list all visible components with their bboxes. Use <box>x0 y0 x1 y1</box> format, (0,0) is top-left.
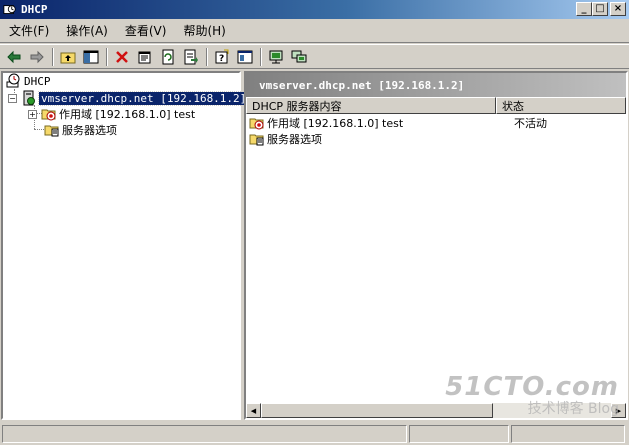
scroll-thumb[interactable] <box>261 403 493 418</box>
show-hide-tree-icon <box>83 50 99 63</box>
server-button[interactable] <box>265 46 287 67</box>
up-folder-button[interactable] <box>57 46 79 67</box>
tree-item-scope[interactable]: + 作用域 [192.168.1.0] test <box>28 106 195 122</box>
dhcp-app-icon <box>3 4 16 14</box>
server-options-folder-icon <box>249 134 264 146</box>
expand-toggle[interactable]: + <box>28 109 37 119</box>
up-folder-icon <box>60 52 76 63</box>
tree-item-dhcp-root[interactable]: DHCP <box>6 73 51 89</box>
list-item-name: 作用域 [192.168.1.0] test <box>267 117 404 130</box>
properties-button[interactable] <box>134 46 156 67</box>
status-panel-main <box>2 425 407 443</box>
properties-icon <box>138 51 151 63</box>
scope-folder-icon <box>41 109 56 121</box>
refresh-button[interactable] <box>157 46 179 67</box>
export-list-icon <box>184 49 198 64</box>
scope-folder-icon <box>249 118 264 130</box>
export-list-button[interactable] <box>180 46 202 67</box>
forward-icon <box>30 50 44 63</box>
status-panel-3 <box>511 425 625 443</box>
scroll-left-button[interactable]: ◀ <box>246 403 261 418</box>
tree-label-dhcp: DHCP <box>24 74 51 88</box>
title-bar: DHCP _ □ × <box>0 0 629 19</box>
forward-button[interactable] <box>26 46 48 67</box>
delete-button[interactable] <box>111 46 133 67</box>
menu-action[interactable]: 操作(A) <box>57 21 116 41</box>
menu-help[interactable]: 帮助(H) <box>174 21 233 41</box>
detail-header: vmserver.dhcp.net [192.168.1.2] <box>246 73 626 97</box>
column-header-content[interactable]: DHCP 服务器内容 <box>246 97 496 114</box>
column-headers: DHCP 服务器内容 状态 <box>246 97 626 114</box>
server-options-folder-icon <box>44 125 59 137</box>
list-item-status: 不活动 <box>514 117 547 130</box>
detail-pane[interactable]: vmserver.dhcp.net [192.168.1.2] DHCP 服务器… <box>244 71 628 420</box>
server-status-icon <box>23 90 35 106</box>
toolbar-separator <box>52 47 54 66</box>
help-icon: ? <box>215 49 229 64</box>
delete-icon <box>116 50 128 63</box>
close-button[interactable]: × <box>610 2 626 16</box>
list-item[interactable]: 服务器选项 <box>249 131 623 147</box>
console-button[interactable] <box>234 46 256 67</box>
console-icon <box>237 50 253 63</box>
refresh-icon <box>162 49 174 64</box>
network-button[interactable] <box>288 46 310 67</box>
menu-file[interactable]: 文件(F) <box>0 21 57 41</box>
tree-label-server-options: 服务器选项 <box>62 124 117 137</box>
tree-label-server: vmserver.dhcp.net [192.168.1.2] <box>37 90 250 106</box>
server-icon <box>269 50 283 63</box>
tree-item-server[interactable]: − vmserver.dhcp.net [192.168.1.2] <box>8 90 250 106</box>
back-icon <box>7 50 21 63</box>
scroll-right-button[interactable]: ▶ <box>611 403 626 418</box>
collapse-toggle[interactable]: − <box>8 93 17 103</box>
tree-pane[interactable]: DHCP − vmserver.dhcp.net [192.168.1.2] +… <box>1 71 250 420</box>
tree-connector <box>34 129 44 130</box>
show-hide-tree-button[interactable] <box>80 46 102 67</box>
maximize-button[interactable]: □ <box>592 2 608 16</box>
column-header-status[interactable]: 状态 <box>496 97 626 114</box>
help-button[interactable]: ? <box>211 46 233 67</box>
toolbar-separator <box>206 47 208 66</box>
horizontal-scrollbar[interactable]: ◀ ▶ <box>246 403 626 418</box>
list-item[interactable]: 作用域 [192.168.1.0] test 不活动 <box>249 115 623 131</box>
tree-item-server-options[interactable]: 服务器选项 <box>44 122 117 138</box>
network-icon <box>291 50 307 62</box>
list-item-name: 服务器选项 <box>267 133 322 146</box>
status-bar <box>0 423 629 445</box>
toolbar-separator <box>106 47 108 66</box>
menu-bar: 文件(F) 操作(A) 查看(V) 帮助(H) <box>0 19 629 43</box>
back-button[interactable] <box>3 46 25 67</box>
svg-text:?: ? <box>219 54 224 64</box>
detail-header-title: vmserver.dhcp.net [192.168.1.2] <box>259 78 465 92</box>
dhcp-clock-icon <box>6 73 20 88</box>
window-title: DHCP <box>21 3 48 16</box>
tree-label-scope: 作用域 [192.168.1.0] test <box>59 108 196 121</box>
scroll-track[interactable] <box>493 403 611 418</box>
toolbar-separator <box>260 47 262 66</box>
minimize-button[interactable]: _ <box>576 2 592 16</box>
toolbar: ? <box>0 44 629 69</box>
menu-view[interactable]: 查看(V) <box>116 21 175 41</box>
status-panel-2 <box>409 425 509 443</box>
